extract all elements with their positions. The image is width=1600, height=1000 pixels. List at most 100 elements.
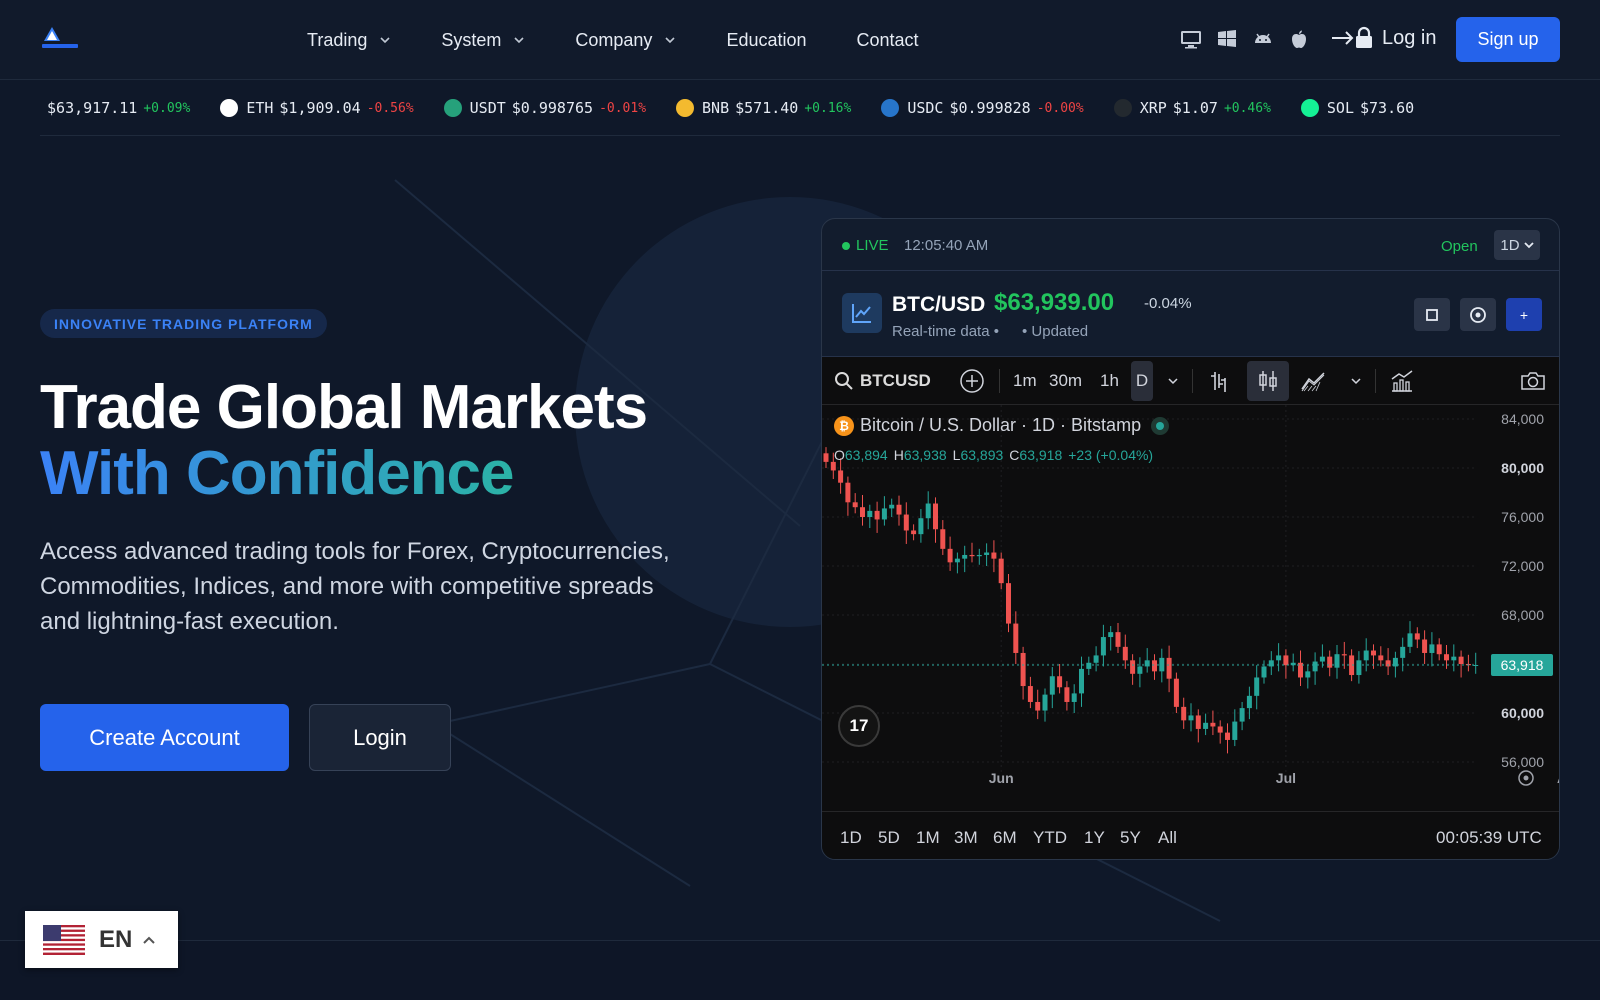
range-1y[interactable]: 1Y	[1084, 828, 1105, 848]
nav-label: System	[441, 29, 502, 50]
candle-body	[1217, 726, 1223, 733]
nav-contact[interactable]: Contact	[857, 30, 919, 51]
ticker-item[interactable]: USDC $0.999828 -0.00%	[881, 99, 1084, 117]
card-status-bar: LIVE 12:05:40 AM Open 1D	[822, 219, 1559, 271]
chevron-up-icon	[143, 936, 156, 944]
candle-body	[1451, 656, 1457, 661]
ticker-change: +0.46%	[1223, 100, 1271, 116]
ticker-item[interactable]: SOL $73.60	[1300, 99, 1420, 117]
ticker-price: $1.07	[1172, 99, 1218, 117]
ticker-symbol: XRP	[1139, 99, 1167, 117]
ticker-change: -0.56%	[366, 100, 414, 116]
candle-body	[1225, 732, 1230, 740]
chevron-down-icon[interactable]	[1159, 367, 1187, 395]
range-all[interactable]: All	[1158, 828, 1177, 848]
range-bar: 1D 5D 1M 3M 6M YTD 1Y 5Y All 00:05:39 UT…	[822, 811, 1559, 859]
camera-icon[interactable]	[1519, 367, 1547, 395]
apple-icon[interactable]	[1288, 28, 1310, 50]
indicators-icon[interactable]	[1388, 367, 1416, 395]
range-5d[interactable]: 5D	[878, 828, 900, 848]
x-tick-label: Aug	[1557, 770, 1560, 786]
nav-system[interactable]: System	[441, 30, 525, 51]
ticker-symbol: C	[40, 99, 41, 117]
range-1d[interactable]: 1D	[840, 828, 862, 848]
nav-company[interactable]: Company	[575, 30, 676, 51]
create-account-button[interactable]: Create Account	[40, 704, 289, 771]
timeframe-select[interactable]: 1D	[1494, 230, 1540, 260]
candle-body	[1049, 676, 1055, 695]
candle-body	[911, 530, 917, 535]
tradingview-widget: BTCUSD 1m 30m 1h D 63,918 84,000 80,000 76,…	[822, 357, 1560, 859]
interval-30m[interactable]: 30m	[1049, 371, 1082, 391]
fullscreen-button[interactable]	[1414, 298, 1450, 331]
ticker-item[interactable]: USDT $0.998765 -0.01%	[443, 99, 646, 117]
candle-body	[918, 518, 924, 535]
login-link[interactable]: Log in	[1330, 26, 1437, 50]
range-3m[interactable]: 3M	[954, 828, 978, 848]
range-6m[interactable]: 6M	[993, 828, 1017, 848]
ohlc-change: +23 (+0.04%)	[1068, 447, 1154, 463]
language-label: EN	[99, 925, 133, 953]
live-label: LIVE	[856, 237, 889, 254]
ticker-symbol: ETH	[246, 99, 274, 117]
candle-body	[1137, 666, 1143, 674]
ticker-symbol: USDC	[907, 99, 944, 117]
hero-login-button[interactable]: Login	[309, 704, 451, 771]
live-dot-icon	[842, 241, 850, 250]
language-selector[interactable]: EN	[25, 911, 178, 968]
ticker-price: $0.998765	[511, 99, 594, 117]
candle-body	[1093, 655, 1099, 663]
desktop-icon[interactable]	[1180, 28, 1202, 50]
interval-1h[interactable]: 1h	[1100, 371, 1119, 391]
signup-button[interactable]: Sign up	[1456, 17, 1560, 62]
candle-body	[947, 548, 953, 563]
candle-body	[1371, 650, 1376, 656]
ticker-price: $63,917.11	[47, 99, 138, 117]
coin-icon	[676, 99, 695, 117]
ohlc-low: 63,893	[960, 447, 1004, 463]
candle-body	[969, 554, 975, 557]
symbol-search[interactable]: BTCUSD	[834, 371, 931, 391]
ohlc-h-label: H	[893, 447, 904, 463]
ticker-change: +0.16%	[804, 100, 852, 116]
price-chart[interactable]: 63,918 84,000 80,000 76,000 72,000 68,000 60,0…	[822, 405, 1560, 799]
windows-icon[interactable]	[1216, 28, 1238, 50]
interval-d[interactable]: D	[1131, 361, 1153, 401]
nav-education[interactable]: Education	[726, 30, 806, 51]
range-1m[interactable]: 1M	[916, 828, 940, 848]
ticker-item[interactable]: C $63,917.11 +0.09%	[40, 99, 190, 117]
candle-body	[830, 461, 836, 471]
bar-chart-icon[interactable]	[1206, 367, 1234, 395]
compare-plus-icon[interactable]	[958, 367, 986, 395]
area-chart-icon[interactable]	[1299, 367, 1327, 395]
ticker-item[interactable]: ETH $1,909.04 -0.56%	[220, 99, 414, 117]
android-icon[interactable]	[1252, 28, 1274, 50]
tradingview-logo[interactable]: 17	[838, 705, 880, 747]
chevron-down-icon	[665, 37, 676, 44]
ohlc-legend: O63,894 H63,938 L63,893 C63,918 +23 (+0.…	[834, 447, 1153, 463]
card-time: 12:05:40 AM	[904, 237, 989, 254]
candle-body	[1414, 633, 1420, 640]
nav-trading[interactable]: Trading	[307, 30, 391, 51]
candle-body	[1341, 654, 1347, 656]
ticker-item[interactable]: BNB $571.40 +0.16%	[676, 99, 851, 117]
settings-gear-icon	[1523, 775, 1529, 781]
range-5y[interactable]: 5Y	[1120, 828, 1141, 848]
candle-body	[1378, 655, 1384, 661]
add-button[interactable]: +	[1506, 298, 1542, 331]
ticker-price: $0.999828	[949, 99, 1031, 117]
brand-logo[interactable]	[40, 27, 80, 51]
ohlc-c-label: C	[1009, 447, 1020, 463]
candle-body	[1407, 633, 1413, 647]
nav-label: Trading	[307, 29, 368, 50]
range-ytd[interactable]: YTD	[1033, 828, 1067, 848]
ticker-item[interactable]: XRP $1.07 +0.46%	[1113, 99, 1271, 117]
price-ticker: C $63,917.11 +0.09% ETH $1,909.04 -0.56% USDT $…	[40, 80, 1560, 136]
chevron-down-icon	[514, 37, 524, 44]
candle-body	[925, 503, 931, 519]
candlestick-icon[interactable]	[1254, 367, 1282, 395]
interval-1m[interactable]: 1m	[1013, 371, 1037, 391]
target-button[interactable]	[1460, 298, 1496, 331]
square-icon	[1426, 308, 1438, 321]
chevron-down-icon[interactable]	[1342, 367, 1370, 395]
